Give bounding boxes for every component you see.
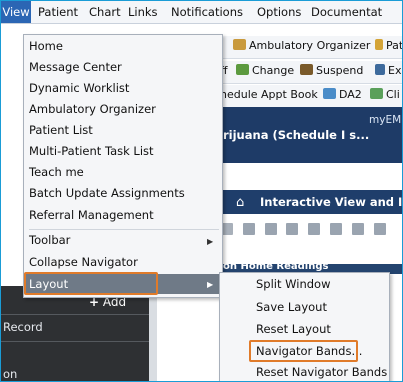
menu-item-multi-patient-task-list[interactable]: Multi-Patient Task List (29, 144, 154, 158)
exit-icon (375, 64, 385, 75)
navigator-band-label[interactable]: on (3, 367, 17, 381)
navigator-bands-highlight-outline (249, 340, 358, 362)
grid-icon[interactable] (308, 222, 321, 235)
menu-view[interactable]: View (1, 1, 31, 23)
submenu-item-reset-layout[interactable]: Reset Layout (256, 322, 331, 336)
iview-icon-toolbar (221, 221, 402, 241)
menu-bar: View Patient Chart Links Notifications O… (1, 1, 402, 24)
submenu-arrow-icon: ▶ (207, 237, 214, 246)
menu-patient[interactable]: Patient (38, 4, 78, 21)
close-icon[interactable] (373, 222, 386, 235)
menu-item-patient-list[interactable]: Patient List (29, 123, 93, 137)
menu-item-home[interactable]: Home (29, 39, 63, 53)
menu-item-referral-management[interactable]: Referral Management (29, 208, 154, 222)
menu-item-message-center[interactable]: Message Center (29, 60, 122, 74)
submenu-item-reset-navigator-bands[interactable]: Reset Navigator Bands (256, 365, 387, 379)
org-label: myEMH (369, 114, 402, 126)
menu-item-toolbar[interactable]: Toolbar (29, 233, 70, 247)
checkmark-icon[interactable] (242, 222, 255, 235)
menu-item-teach-me[interactable]: Teach me (29, 165, 84, 179)
toolbar-label: DA2 (339, 88, 362, 101)
person-icon (375, 39, 383, 50)
toolbar-change[interactable]: Change (236, 64, 294, 77)
toolbar-label: Suspend (316, 64, 364, 77)
submenu-item-save-layout[interactable]: Save Layout (256, 300, 327, 314)
toolbar-da2[interactable]: DA2 (323, 88, 362, 101)
toolbar-patient[interactable]: Pat (375, 39, 403, 52)
patient-name[interactable]: rijuana (Schedule I s... (223, 128, 369, 142)
layout-highlight-outline (24, 272, 158, 295)
toolbar-label: Change (252, 64, 295, 77)
menu-documentation[interactable]: Documentat (311, 4, 382, 21)
toolbar-ambulatory-organizer[interactable]: Ambulatory Organizer (233, 39, 370, 52)
change-icon (236, 64, 249, 75)
menu-chart[interactable]: Chart (89, 4, 121, 21)
toolbar-label: Pat (386, 39, 403, 52)
menu-links[interactable]: Links (128, 4, 158, 21)
binoculars-icon[interactable] (286, 222, 299, 235)
iview-title: Interactive View and I& (260, 195, 403, 209)
toolbar-label: Ambulatory Organizer (249, 39, 371, 52)
toolbar-exit[interactable]: Ex (375, 64, 401, 77)
menu-item-collapse-navigator[interactable]: Collapse Navigator (29, 255, 138, 269)
panel-separator (1, 314, 149, 315)
submenu-item-split-window[interactable]: Split Window (256, 277, 331, 291)
toolbar-suspend[interactable]: Suspend (300, 64, 363, 77)
toolbar-schedule-appt-book[interactable]: hedule Appt Book (220, 88, 318, 101)
menu-item-batch-update-assignments[interactable]: Batch Update Assignments (29, 186, 185, 200)
home-icon[interactable]: ⌂ (236, 195, 244, 210)
navigator-panel (1, 286, 149, 381)
record-label[interactable]: Record (3, 320, 43, 334)
panel-separator (1, 341, 149, 342)
da2-icon (323, 88, 336, 99)
menu-options[interactable]: Options (257, 4, 301, 21)
clear-icon[interactable] (264, 222, 277, 235)
toolbar-clinical[interactable]: Cli (370, 88, 400, 101)
menu-item-ambulatory-organizer[interactable]: Ambulatory Organizer (29, 102, 156, 116)
suspend-icon (300, 64, 313, 75)
table-icon[interactable] (330, 222, 343, 235)
submenu-arrow-icon: ▶ (207, 280, 214, 289)
menu-notifications[interactable]: Notifications (171, 4, 243, 21)
clinical-icon (370, 88, 383, 99)
toolbar-label: Cli (386, 88, 400, 101)
toolbar-label: Ex (388, 64, 402, 77)
organizer-icon (233, 39, 246, 50)
print-icon[interactable] (351, 222, 364, 235)
menu-item-dynamic-worklist[interactable]: Dynamic Worklist (29, 81, 129, 95)
section-label: on Home Readings (223, 261, 329, 272)
menu-separator (29, 229, 219, 230)
application-window: View Patient Chart Links Notifications O… (0, 0, 403, 382)
